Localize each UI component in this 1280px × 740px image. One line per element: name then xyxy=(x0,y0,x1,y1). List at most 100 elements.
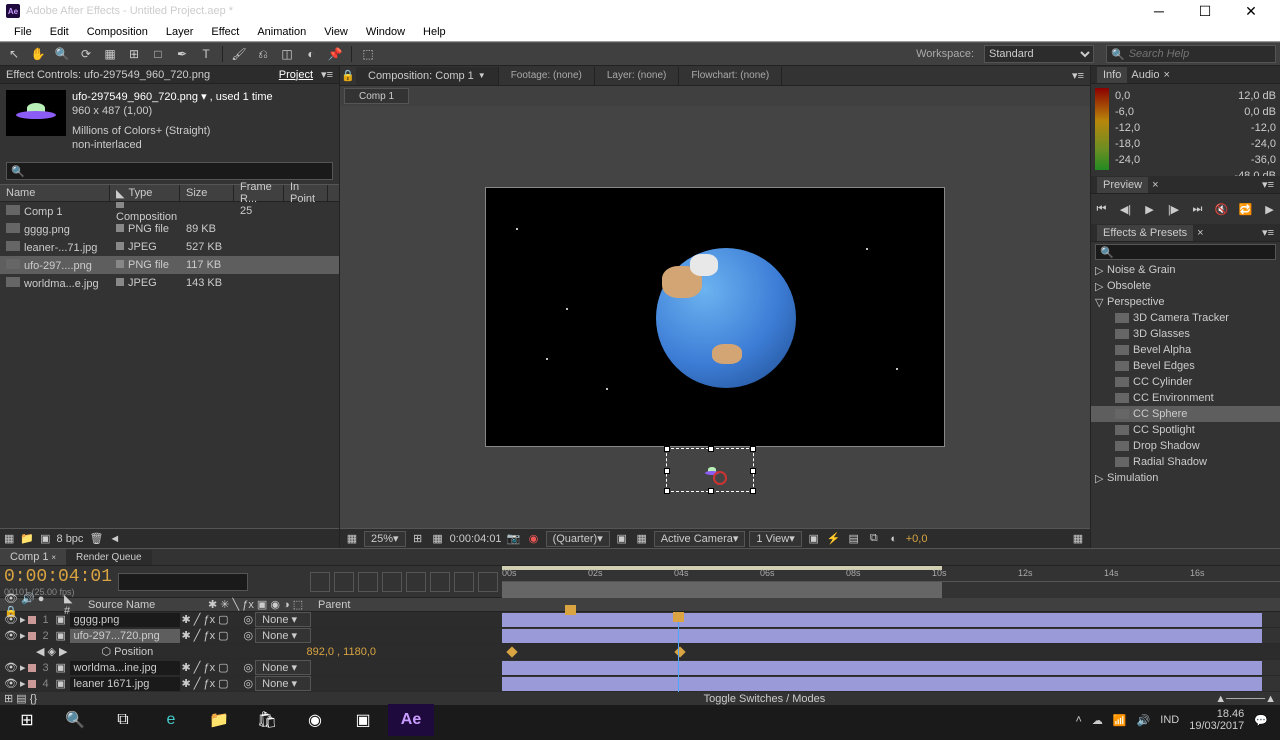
project-item[interactable]: gggg.pngPNG file89 KB xyxy=(0,220,339,238)
search-help-input[interactable] xyxy=(1129,48,1271,60)
panel-menu-icon[interactable]: ▾≡ xyxy=(1066,69,1090,82)
edge-icon[interactable]: e xyxy=(148,704,194,736)
preview-tab[interactable]: Preview xyxy=(1097,177,1148,193)
project-list[interactable]: Comp 1Composition25gggg.pngPNG file89 KB… xyxy=(0,202,339,528)
viewer-timecode[interactable]: 0:00:04:01 xyxy=(450,533,502,545)
project-search-input[interactable]: 🔍 xyxy=(6,162,333,180)
store-icon[interactable]: 🛍 xyxy=(244,704,290,736)
effect-category[interactable]: ▷Noise & Grain xyxy=(1091,262,1280,278)
panel-menu-icon[interactable]: ▾≡ xyxy=(321,68,333,81)
brush-tool-icon[interactable]: 🖌 xyxy=(229,45,249,63)
zoom-tool-icon[interactable]: 🔍 xyxy=(52,45,72,63)
last-frame-icon[interactable]: ⏭ xyxy=(1189,200,1207,218)
bpc-label[interactable]: 8 bpc xyxy=(57,533,84,545)
trash-icon[interactable]: 🗑 xyxy=(89,532,103,545)
effects-list[interactable]: ▷Noise & Grain▷Obsolete▽Perspective3D Ca… xyxy=(1091,262,1280,548)
info-tab[interactable]: Info xyxy=(1097,67,1127,83)
pixel-aspect-icon[interactable]: ▣ xyxy=(806,531,822,547)
fast-preview-icon[interactable]: ⚡ xyxy=(826,531,842,547)
effect-item[interactable]: 3D Glasses xyxy=(1091,326,1280,342)
puppet-tool-icon[interactable]: 📌 xyxy=(325,45,345,63)
maximize-icon[interactable]: ☐ xyxy=(1182,0,1228,22)
network-icon[interactable]: 📶 xyxy=(1113,714,1127,727)
footage-tab[interactable]: Footage: (none) xyxy=(499,67,595,85)
resolution-icon[interactable]: ⊞ xyxy=(410,531,426,547)
exposure-reset-icon[interactable]: ◐ xyxy=(886,531,902,547)
effect-category[interactable]: ▷Obsolete xyxy=(1091,278,1280,294)
transparency-icon[interactable]: ▦ xyxy=(634,531,650,547)
effect-item[interactable]: Radial Shadow xyxy=(1091,454,1280,470)
timeline-comp-tab[interactable]: Comp 1 × xyxy=(0,549,66,565)
ram-preview-icon[interactable]: ▶ xyxy=(1261,200,1279,218)
mute-icon[interactable]: 🔇 xyxy=(1213,200,1231,218)
effects-search-input[interactable]: 🔍 xyxy=(1095,244,1276,260)
timeline-timecode[interactable]: 0:00:04:01 xyxy=(4,567,112,587)
timeline-layer[interactable]: 👁▸2▣ufo-297...720.png✱ ╱ ƒx ▢◎None ▾ xyxy=(0,628,1280,644)
rotate-tool-icon[interactable]: ⟳ xyxy=(76,45,96,63)
minimize-icon[interactable]: ─ xyxy=(1136,0,1182,22)
first-frame-icon[interactable]: ⏮ xyxy=(1093,200,1111,218)
effect-category[interactable]: ▷Simulation xyxy=(1091,470,1280,486)
panel-menu-icon[interactable]: ▾≡ xyxy=(1262,178,1274,191)
render-queue-tab[interactable]: Render Queue xyxy=(66,550,152,565)
timeline-layer[interactable]: 👁▸4▣leaner 1671.jpg✱ ╱ ƒx ▢◎None ▾ xyxy=(0,676,1280,692)
graph-editor-icon[interactable] xyxy=(454,572,474,592)
onedrive-icon[interactable]: ☁ xyxy=(1092,714,1103,727)
start-button[interactable]: ⊞ xyxy=(4,704,50,736)
selection-tool-icon[interactable]: ↖ xyxy=(4,45,24,63)
clock[interactable]: 18.4619/03/2017 xyxy=(1189,708,1244,732)
scroll-left-icon[interactable]: ◄ xyxy=(109,533,120,545)
clone-tool-icon[interactable]: ⎌ xyxy=(253,45,273,63)
comp-mini-icon[interactable] xyxy=(310,572,330,592)
app-shortcut-icon[interactable]: ▣ xyxy=(340,704,386,736)
after-effects-taskbar-icon[interactable]: Ae xyxy=(388,704,434,736)
search-help-box[interactable]: 🔍 xyxy=(1106,45,1276,63)
menu-effect[interactable]: Effect xyxy=(203,24,247,40)
zoom-slider[interactable]: ▲─────▲ xyxy=(1215,693,1276,705)
flowchart-icon[interactable]: ⧉ xyxy=(866,531,882,547)
effect-item[interactable]: 3D Camera Tracker xyxy=(1091,310,1280,326)
timeline-search-input[interactable] xyxy=(118,573,248,591)
effect-item[interactable]: Bevel Edges xyxy=(1091,358,1280,374)
draft-3d-icon[interactable] xyxy=(334,572,354,592)
close-icon[interactable]: ✕ xyxy=(1228,0,1274,22)
snapshot-icon[interactable]: 📷 xyxy=(506,531,522,547)
effect-item[interactable]: CC Spotlight xyxy=(1091,422,1280,438)
effect-item[interactable]: Drop Shadow xyxy=(1091,438,1280,454)
always-preview-icon[interactable]: ▦ xyxy=(344,531,360,547)
effect-category[interactable]: ▽Perspective xyxy=(1091,294,1280,310)
timeline-layer[interactable]: 👁▸3▣worldma...ine.jpg✱ ╱ ƒx ▢◎None ▾ xyxy=(0,660,1280,676)
next-frame-icon[interactable]: |▶ xyxy=(1165,200,1183,218)
close-icon[interactable]: × xyxy=(1197,227,1203,239)
timeline-ruler[interactable]: 00s02s04s06s08s10s12s14s16s xyxy=(502,566,1280,582)
task-view-icon[interactable]: ⧉ xyxy=(100,704,146,736)
audio-tab[interactable]: Audio xyxy=(1131,69,1159,81)
hand-tool-icon[interactable]: ✋ xyxy=(28,45,48,63)
frame-blend-icon[interactable] xyxy=(382,572,402,592)
lock-icon[interactable]: 🔒 xyxy=(340,69,356,82)
selection-box[interactable] xyxy=(666,448,754,492)
zoom-dropdown[interactable]: 25% ▾ xyxy=(364,531,406,547)
panel-menu-icon[interactable]: ▾≡ xyxy=(1262,226,1274,239)
menu-window[interactable]: Window xyxy=(358,24,413,40)
project-item[interactable]: ufo-297....pngPNG file117 KB xyxy=(0,256,339,274)
explorer-icon[interactable]: 📁 xyxy=(196,704,242,736)
timeline-icon[interactable]: ▤ xyxy=(846,531,862,547)
close-icon[interactable]: × xyxy=(1152,179,1158,191)
project-item[interactable]: Comp 1Composition25 xyxy=(0,202,339,220)
comp-mini-flowchart-icon[interactable]: ▦ xyxy=(1070,531,1086,547)
toggle-switches[interactable]: Toggle Switches / Modes xyxy=(704,693,826,705)
effect-item[interactable]: CC Cylinder xyxy=(1091,374,1280,390)
prev-frame-icon[interactable]: ◀| xyxy=(1117,200,1135,218)
camera-dropdown[interactable]: Active Camera ▾ xyxy=(654,531,746,547)
workspace-select[interactable]: Standard xyxy=(984,45,1094,63)
layer-tab[interactable]: Layer: (none) xyxy=(595,67,679,85)
resolution-dropdown[interactable]: (Quarter) ▾ xyxy=(546,531,610,547)
shy-icon[interactable] xyxy=(358,572,378,592)
exposure-value[interactable]: +0,0 xyxy=(906,533,928,545)
menu-file[interactable]: File xyxy=(6,24,40,40)
eraser-tool-icon[interactable]: ◫ xyxy=(277,45,297,63)
new-folder-icon[interactable]: 📁 xyxy=(20,532,34,545)
auto-keyframe-icon[interactable] xyxy=(478,572,498,592)
menu-composition[interactable]: Composition xyxy=(79,24,156,40)
